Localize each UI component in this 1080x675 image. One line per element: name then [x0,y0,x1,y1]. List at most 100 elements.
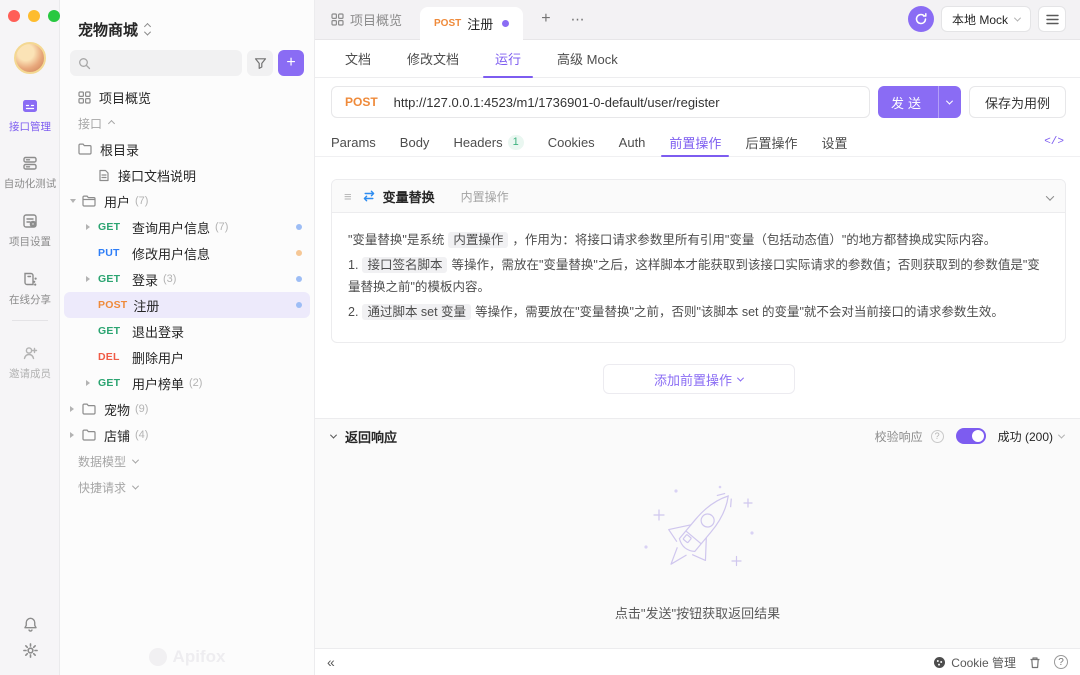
folder-root[interactable]: 根目录 [60,136,314,162]
chevron-down-icon [1014,14,1021,21]
tab-post-operations[interactable]: 后置操作 [745,128,797,157]
api-item-get-login[interactable]: GET 登录 (3) [60,266,314,292]
sidebar-item-project-overview[interactable]: 项目概览 [60,84,314,110]
minimize-window-button[interactable] [28,10,40,22]
tab-body[interactable]: Body [400,128,430,157]
trash-icon[interactable] [1029,656,1041,669]
tab-params[interactable]: Params [331,128,376,157]
caret-right-icon[interactable] [86,224,98,230]
environment-select[interactable]: 本地 Mock [941,6,1031,32]
tab-settings[interactable]: 设置 [821,128,847,157]
request-tab-bar: Params Body Headers1 Cookies Auth 前置操作 后… [315,128,1080,157]
api-item-get-logout[interactable]: GET 退出登录 [60,318,314,344]
rail-item-auto-test[interactable]: 自动化测试 [0,153,60,191]
caret-right-icon[interactable] [70,432,82,438]
search-input[interactable] [70,50,242,76]
project-switcher[interactable]: 宠物商城 [60,0,314,42]
request-method[interactable]: POST [345,95,378,109]
rail-item-online-share[interactable]: 在线分享 [0,269,60,307]
sidebar: 宠物商城 + 项目概览 接口 根目录 [60,0,315,675]
section-data-models[interactable]: 数据模型 [60,448,314,474]
caret-right-icon[interactable] [70,406,82,412]
sidebar-search-row: + [70,50,304,76]
chevron-up-icon [108,119,115,126]
caret-down-icon[interactable] [70,199,82,203]
tab-label: 前置操作 [669,133,721,152]
tab-method: POST [434,18,461,29]
help-button[interactable]: ? [1054,655,1068,669]
tab-pre-operations[interactable]: 前置操作 [669,128,721,157]
help-circle-icon[interactable]: ? [931,430,944,443]
response-header-right: 校验响应 ? 成功 (200) [875,428,1064,445]
folder-shops[interactable]: 店铺 (4) [60,422,314,448]
tab-cookies[interactable]: Cookies [548,128,595,157]
notifications-button[interactable] [0,616,60,633]
collapse-sidebar-button[interactable]: « [327,654,335,670]
request-url[interactable]: http://127.0.0.1:4523/m1/1736901-0-defau… [394,95,720,110]
tab-label: 文档 [345,49,371,68]
folder-users[interactable]: 用户 (7) [60,188,314,214]
rail-item-api-management[interactable]: 接口管理 [0,96,60,134]
api-item-get-ranking[interactable]: GET 用户榜单 (2) [60,370,314,396]
collapse-response-icon[interactable] [330,431,337,438]
drag-handle-icon[interactable]: ≡ [344,189,352,204]
url-input[interactable]: POST http://127.0.0.1:4523/m1/1736901-0-… [331,86,870,118]
api-item-get-userinfo[interactable]: GET 查询用户信息 (7) [60,214,314,240]
tab-strip: 项目概览 POST 注册 + ⋯ 本地 Mock [315,0,1080,40]
api-item-post-register[interactable]: POST 注册 [64,292,310,318]
new-tab-button[interactable]: + [541,10,550,28]
layout-menu-button[interactable] [1038,6,1066,32]
api-label: 登录 [132,270,158,289]
add-api-button[interactable]: + [278,50,304,76]
collapse-panel-button[interactable] [1047,189,1053,204]
api-item-del-user[interactable]: DEL 删除用户 [60,344,314,370]
rail-item-label: 邀请成员 [9,366,51,381]
cookie-icon [933,656,946,669]
zoom-window-button[interactable] [48,10,60,22]
tab-edit-docs[interactable]: 修改文档 [407,40,459,78]
send-button[interactable]: 发送 [878,93,938,112]
section-api[interactable]: 接口 [60,110,314,136]
api-count: (7) [215,221,228,233]
validate-response-toggle[interactable] [956,428,986,444]
tab-more-button[interactable]: ⋯ [571,11,586,28]
item-label: 项目概览 [99,88,151,107]
apifox-window: 接口管理 自动化测试 项目设置 在线分享 邀请成员 宠物商城 [0,0,1080,675]
code-view-toggle[interactable]: </> [1044,136,1064,148]
plus-icon: + [286,55,295,71]
send-options-button[interactable] [939,100,961,105]
grid-icon [331,13,344,26]
main-area: 项目概览 POST 注册 + ⋯ 本地 Mock [315,0,1080,675]
tab-run[interactable]: 运行 [495,40,521,78]
tab-label: Headers [453,135,502,150]
folder-pets[interactable]: 宠物 (9) [60,396,314,422]
rail-item-project-settings[interactable]: 项目设置 [0,211,60,249]
caret-right-icon[interactable] [86,380,98,386]
caret-right-icon[interactable] [86,276,98,282]
inline-tag: 接口签名脚本 [362,257,447,273]
close-window-button[interactable] [8,10,20,22]
filter-button[interactable] [247,50,273,76]
environment-label: 本地 Mock [952,11,1008,28]
document-icon [98,169,110,182]
avatar[interactable] [14,42,46,74]
cookie-manager-button[interactable]: Cookie 管理 [933,654,1016,671]
save-as-case-button[interactable]: 保存为用例 [969,86,1066,118]
app-settings-button[interactable] [0,642,60,659]
status-bar: « Cookie 管理 ? [315,648,1080,675]
add-pre-operation-button[interactable]: 添加前置操作 [603,364,795,394]
tab-advanced-mock[interactable]: 高级 Mock [557,40,618,78]
tab-project-overview[interactable]: 项目概览 [315,0,420,39]
inline-tag: 通过脚本 set 变量 [362,304,471,320]
tab-auth[interactable]: Auth [619,128,646,157]
sync-button[interactable] [908,6,934,32]
tab-post-register[interactable]: POST 注册 [420,7,523,40]
section-quick-request[interactable]: 快捷请求 [60,474,314,500]
panel-header[interactable]: ≡ 变量替换 内置操作 [332,180,1065,213]
rail-item-invite-member[interactable]: 邀请成员 [0,343,60,381]
tab-headers[interactable]: Headers1 [453,128,523,157]
response-status-select[interactable]: 成功 (200) [998,428,1064,445]
api-item-put-userinfo[interactable]: PUT 修改用户信息 [60,240,314,266]
doc-api-readme[interactable]: 接口文档说明 [60,162,314,188]
tab-docs[interactable]: 文档 [345,40,371,78]
